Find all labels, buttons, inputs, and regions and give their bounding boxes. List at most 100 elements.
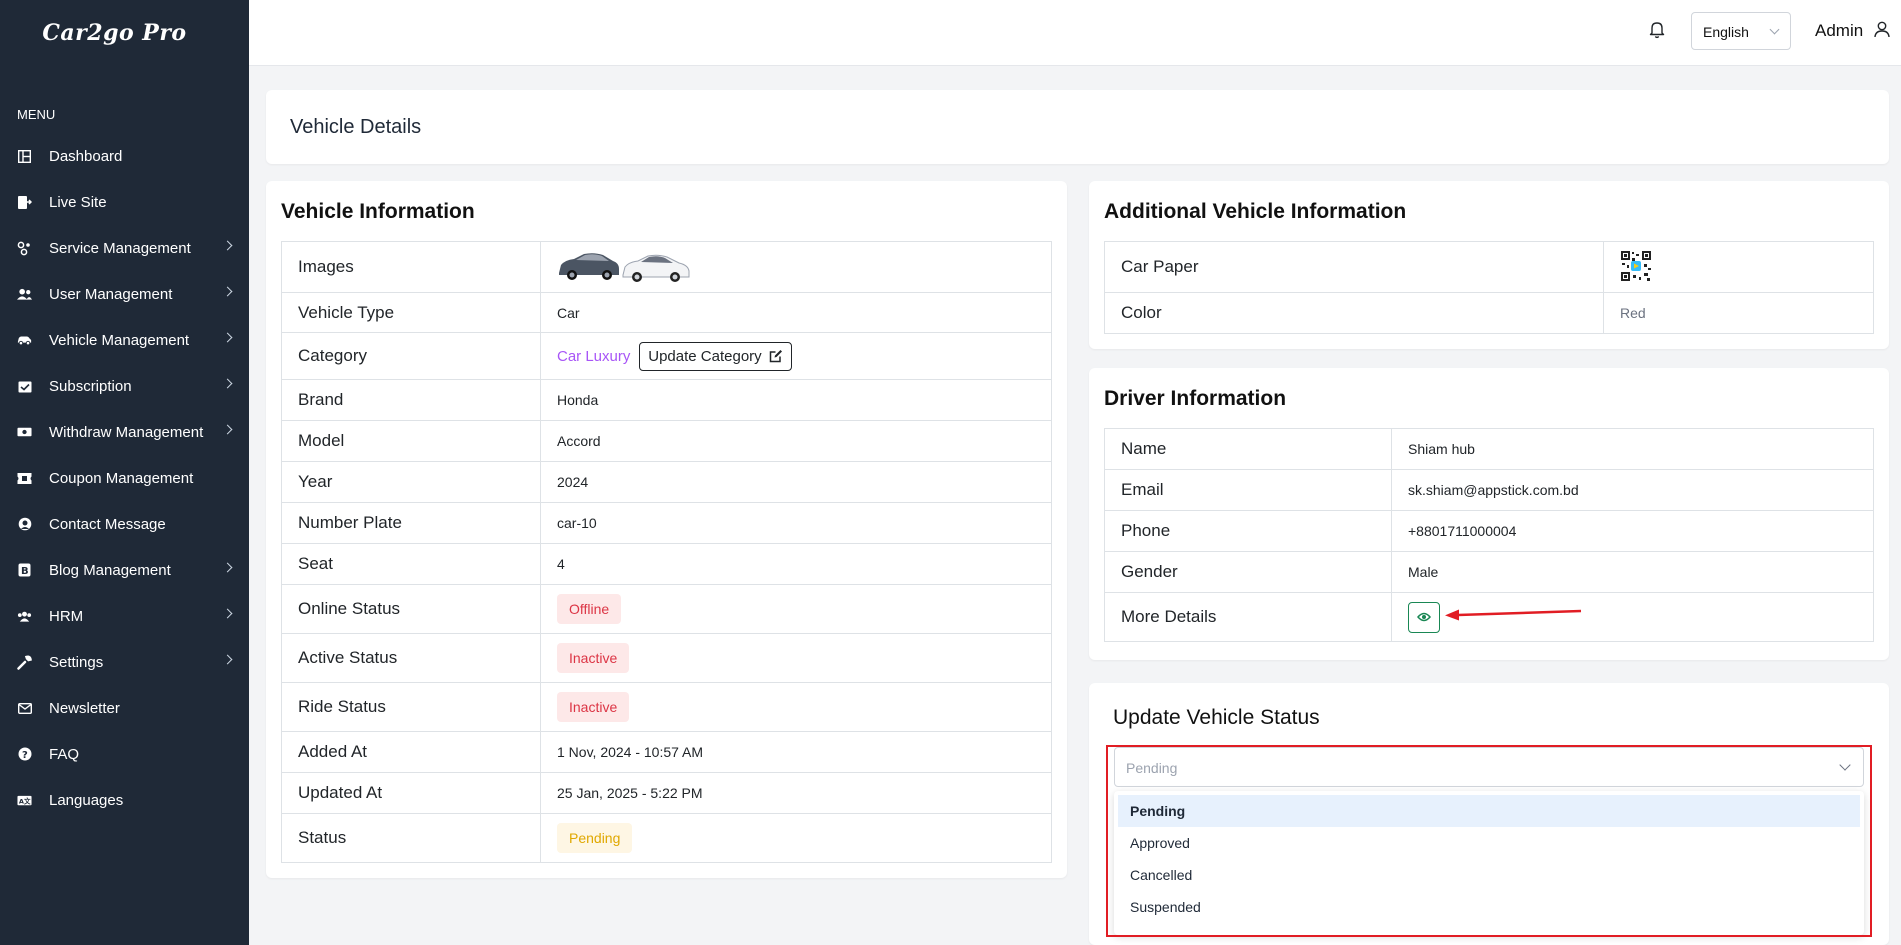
year-value: 2024: [540, 461, 1052, 503]
table-row: Gender Male: [1104, 551, 1874, 593]
menu-heading: MENU: [17, 107, 56, 122]
table-row: Year 2024: [281, 461, 1052, 503]
vehicle-type-label: Vehicle Type: [281, 292, 541, 333]
sidebar-item-label: Languages: [49, 791, 124, 809]
driver-gender-value: Male: [1391, 551, 1874, 593]
wrench-icon: [17, 655, 32, 670]
admin-menu[interactable]: Admin: [1815, 21, 1863, 41]
language-icon: A文: [17, 793, 32, 808]
chevron-down-icon: [1769, 24, 1780, 35]
svg-text:?: ?: [22, 750, 28, 761]
sidebar-item-subscription[interactable]: Subscription: [0, 363, 249, 409]
table-row: Active Status Inactive: [281, 633, 1052, 683]
table-row: Ride Status Inactive: [281, 682, 1052, 732]
sidebar-item-withdraw-management[interactable]: Withdraw Management: [0, 409, 249, 455]
table-row: Model Accord: [281, 420, 1052, 462]
sidebar-item-label: Vehicle Management: [49, 331, 190, 349]
question-icon: ?: [17, 747, 32, 762]
sidebar-item-hrm[interactable]: HRM: [0, 593, 249, 639]
team-icon: [17, 609, 32, 624]
logo[interactable]: Car2go Pro: [0, 0, 249, 66]
driver-phone-label: Phone: [1104, 510, 1392, 552]
driver-email-value: sk.shiam@appstick.com.bd: [1391, 469, 1874, 511]
additional-information-table: Car Paper Color Red: [1104, 241, 1874, 334]
color-label: Color: [1104, 292, 1604, 334]
sidebar-item-vehicle-management[interactable]: Vehicle Management: [0, 317, 249, 363]
sidebar-item-label: Newsletter: [49, 699, 120, 717]
external-site-icon: [17, 195, 32, 210]
sidebar-item-dashboard[interactable]: Dashboard: [0, 133, 249, 179]
sidebar-item-user-management[interactable]: User Management: [0, 271, 249, 317]
category-label: Category: [281, 332, 541, 380]
update-category-button[interactable]: Update Category: [639, 341, 792, 371]
more-details-label: More Details: [1104, 592, 1392, 642]
table-row: Number Plate car-10: [281, 502, 1052, 544]
money-icon: [17, 425, 32, 440]
sidebar-item-label: Blog Management: [49, 561, 171, 579]
driver-gender-label: Gender: [1104, 551, 1392, 593]
annotation-highlight-box: [1106, 745, 1872, 937]
qr-code-icon[interactable]: [1620, 249, 1652, 282]
table-row: Brand Honda: [281, 379, 1052, 421]
car-paper-cell: [1603, 241, 1874, 293]
additional-information-heading: Additional Vehicle Information: [1104, 200, 1407, 223]
user-icon[interactable]: [1874, 21, 1890, 43]
sidebar-item-faq[interactable]: ? FAQ: [0, 731, 249, 777]
chevron-right-icon: [222, 608, 233, 619]
ride-status-label: Ride Status: [281, 682, 541, 732]
sidebar-item-label: FAQ: [49, 745, 80, 763]
topbar: English Admin: [249, 0, 1901, 66]
vehicle-image-thumbnails[interactable]: [557, 246, 692, 286]
number-plate-label: Number Plate: [281, 502, 541, 544]
sidebar-item-service-management[interactable]: Service Management: [0, 225, 249, 271]
sidebar-item-coupon-management[interactable]: Coupon Management: [0, 455, 249, 501]
chevron-right-icon: [222, 332, 233, 343]
table-row: Email sk.shiam@appstick.com.bd: [1104, 469, 1874, 511]
category-link[interactable]: Car Luxury: [557, 348, 630, 365]
sidebar-item-contact-message[interactable]: Contact Message: [0, 501, 249, 547]
sidebar: Car2go Pro MENU Dashboard Live Site Serv…: [0, 0, 249, 945]
table-row: Added At 1 Nov, 2024 - 10:57 AM: [281, 731, 1052, 773]
sidebar-item-label: Coupon Management: [49, 469, 194, 487]
sidebar-item-settings[interactable]: Settings: [0, 639, 249, 685]
brand-label: Brand: [281, 379, 541, 421]
page-title-card: Vehicle Details: [266, 90, 1889, 164]
color-value: Red: [1603, 292, 1874, 334]
table-row: Online Status Offline: [281, 584, 1052, 634]
blog-icon: B: [17, 563, 32, 578]
sidebar-item-label: Service Management: [49, 239, 191, 257]
vehicle-type-value: Car: [540, 292, 1052, 333]
chevron-right-icon: [222, 424, 233, 435]
online-status-label: Online Status: [281, 584, 541, 634]
chevron-right-icon: [222, 378, 233, 389]
notification-bell-icon[interactable]: [1649, 20, 1667, 40]
sidebar-item-label: HRM: [49, 607, 84, 625]
svg-text:A文: A文: [19, 796, 31, 805]
update-category-label: Update Category: [648, 347, 762, 365]
sidebar-item-blog-management[interactable]: B Blog Management: [0, 547, 249, 593]
table-row: Car Paper: [1104, 241, 1874, 293]
added-at-value: 1 Nov, 2024 - 10:57 AM: [540, 731, 1052, 773]
sidebar-menu: Dashboard Live Site Service Management U…: [0, 133, 249, 823]
services-icon: [17, 241, 32, 256]
sidebar-item-label: Withdraw Management: [49, 423, 204, 441]
car-icon: [17, 333, 32, 348]
driver-phone-value: +8801711000004: [1391, 510, 1874, 552]
table-row: Seat 4: [281, 543, 1052, 585]
sidebar-item-label: Dashboard: [49, 147, 123, 165]
sidebar-item-languages[interactable]: A文 Languages: [0, 777, 249, 823]
annotation-arrow: [1445, 609, 1582, 621]
online-status-badge: Offline: [557, 594, 622, 624]
sidebar-item-newsletter[interactable]: Newsletter: [0, 685, 249, 731]
seat-value: 4: [540, 543, 1052, 585]
driver-email-label: Email: [1104, 469, 1392, 511]
chevron-right-icon: [222, 562, 233, 573]
view-driver-details-button[interactable]: [1408, 601, 1440, 633]
coupon-icon: [17, 471, 32, 486]
vehicle-information-table: Images Vehicle Type Car Category Car Lux…: [281, 241, 1052, 863]
status-badge: Pending: [557, 823, 633, 853]
language-select[interactable]: English: [1691, 12, 1791, 50]
year-label: Year: [281, 461, 541, 503]
vehicle-information-card: Vehicle Information Images Vehicle Type …: [266, 181, 1067, 878]
sidebar-item-live-site[interactable]: Live Site: [0, 179, 249, 225]
